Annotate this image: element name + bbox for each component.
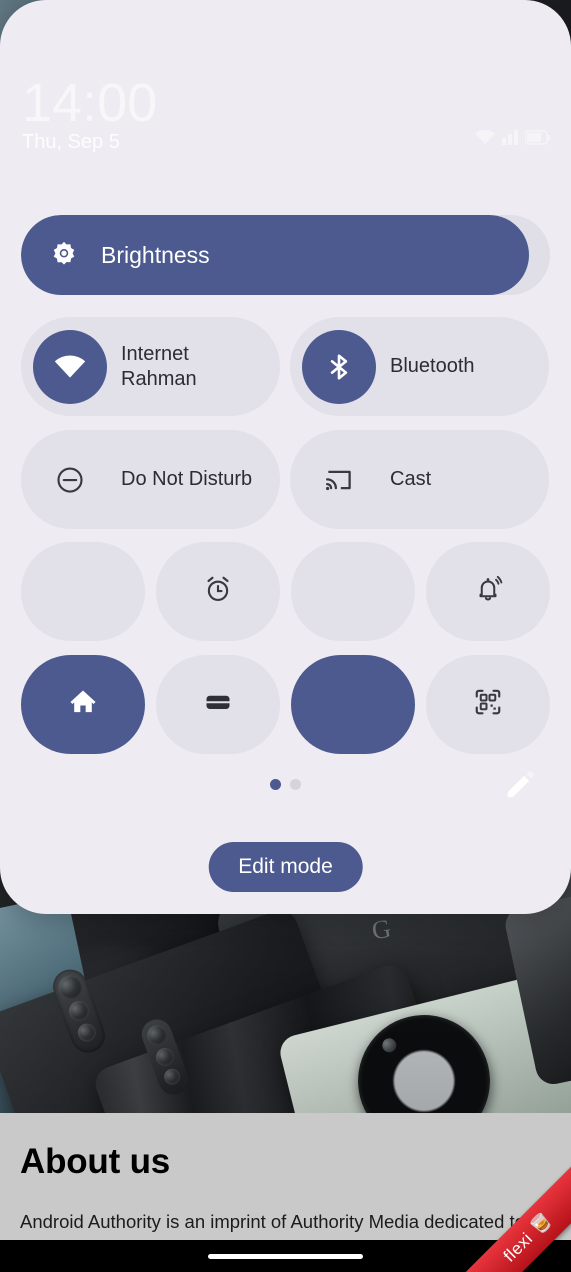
qs-tile-do-not-disturb[interactable]: Do Not Disturb [21,430,280,529]
article-heading: About us [20,1142,171,1181]
qs-tile-ring-mode[interactable] [426,542,550,641]
article-body: Android Authority is an imprint of Autho… [20,1210,525,1232]
drink-glass-icon: 🥃 [527,1209,556,1239]
wifi-icon [33,329,107,404]
bluetooth-icon [302,329,376,404]
status-date: Thu, Sep 5 [22,131,120,153]
qr-code-scanner-icon [473,687,503,722]
article-section: About us Android Authority is an imprint… [0,1113,571,1240]
qs-tile-cast[interactable]: Cast [290,430,549,529]
wallet-card-icon [203,687,233,722]
quick-settings-panel: 14:00 Thu, Sep 5 Brightness Internet Rah… [0,0,571,914]
qs-tile-row-4 [21,655,550,754]
qs-tile-cast-title: Cast [390,468,432,491]
qs-tile-blank-2[interactable] [291,542,415,641]
brightness-icon [49,240,79,270]
page-dot-1[interactable] [270,779,281,790]
qs-tile-internet-subtitle: Rahman [121,367,197,390]
qs-tile-alarm[interactable] [156,542,280,641]
qs-tile-row-1: Internet Rahman Bluetooth [21,317,549,416]
qs-page-indicator [0,779,571,790]
qs-tile-internet[interactable]: Internet Rahman [21,317,280,416]
brightness-slider-fill: Brightness [21,215,529,295]
brightness-slider[interactable]: Brightness [21,215,550,295]
qs-tile-bluetooth-title: Bluetooth [390,355,475,378]
status-icons-group [475,129,551,150]
cast-icon [302,443,376,517]
ribbon-label: flexi [499,1228,537,1266]
home-gesture-pill[interactable] [208,1253,363,1259]
wifi-icon [475,129,495,150]
battery-icon [524,130,551,150]
phone-screen: G About us Android Authority is an impri… [0,0,571,1272]
pencil-edit-icon[interactable] [501,766,539,804]
brightness-label: Brightness [101,241,210,268]
page-dot-2[interactable] [290,779,301,790]
qs-tile-blank-3[interactable] [291,655,415,754]
cellular-signal-icon [501,130,519,150]
qs-tile-qr-scanner[interactable] [426,655,550,754]
qs-tile-bluetooth[interactable]: Bluetooth [290,317,549,416]
qs-tile-internet-title: Internet [121,343,189,366]
qs-tile-row-3 [21,542,550,641]
edit-mode-button[interactable]: Edit mode [208,842,363,892]
status-clock: 14:00 [22,73,158,133]
qs-tile-wallet[interactable] [156,655,280,754]
qs-tile-home[interactable] [21,655,145,754]
do-not-disturb-icon [33,443,107,517]
qs-tile-blank-1[interactable] [21,542,145,641]
qs-tile-dnd-title: Do Not Disturb [121,468,253,491]
alarm-clock-icon [203,574,233,609]
home-icon [67,686,99,723]
qs-tile-row-2: Do Not Disturb Cast [21,430,549,529]
bell-ring-icon [473,574,503,609]
